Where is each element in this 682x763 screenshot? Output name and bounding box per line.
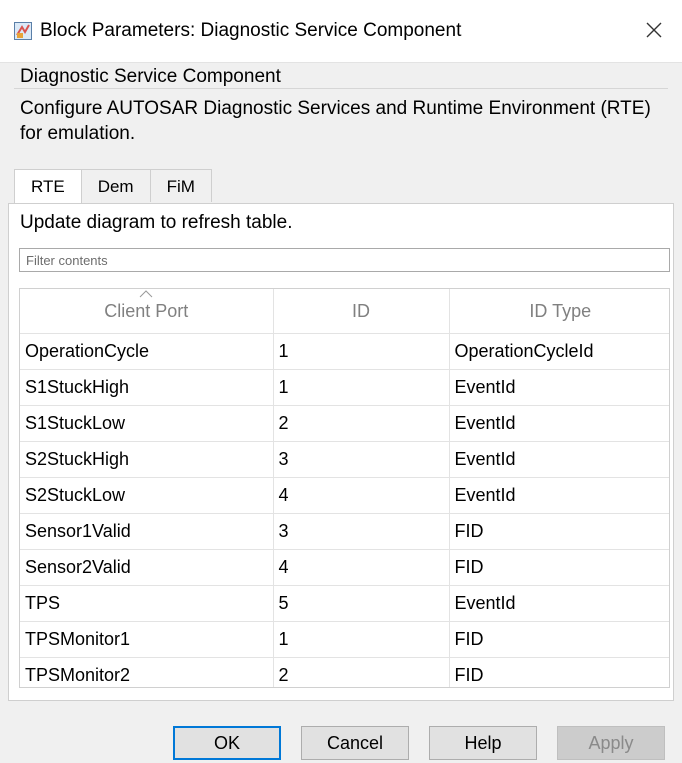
- cell-client-port: S1StuckLow: [20, 405, 274, 442]
- group-divider: [14, 88, 668, 89]
- cell-id: 2: [273, 405, 450, 442]
- cancel-button[interactable]: Cancel: [301, 726, 409, 760]
- table-row[interactable]: Sensor1Valid 3 FID: [20, 513, 669, 550]
- cell-id: 5: [273, 585, 450, 622]
- cell-id-type: EventId: [449, 477, 669, 514]
- cell-client-port: Sensor2Valid: [20, 549, 274, 586]
- cell-id: 3: [273, 513, 450, 550]
- tab-dem[interactable]: Dem: [80, 169, 151, 202]
- window-title: Block Parameters: Diagnostic Service Com…: [40, 20, 462, 41]
- table-row[interactable]: OperationCycle 1 OperationCycleId: [20, 333, 669, 370]
- table-row[interactable]: TPS 5 EventId: [20, 585, 669, 622]
- cell-id-type: OperationCycleId: [449, 333, 669, 370]
- cell-id-type: EventId: [449, 369, 669, 406]
- rte-tab-panel: Update diagram to refresh table. Client …: [8, 203, 674, 701]
- table-header-row: Client Port ID ID Type: [20, 289, 669, 334]
- table-row[interactable]: S2StuckLow 4 EventId: [20, 477, 669, 514]
- cell-client-port: OperationCycle: [20, 333, 274, 370]
- dialog-footer: OK Cancel Help Apply: [0, 726, 682, 763]
- cell-id-type: FID: [449, 549, 669, 586]
- apply-button[interactable]: Apply: [557, 726, 665, 760]
- simulink-block-icon: [14, 22, 32, 40]
- cell-id-type: EventId: [449, 405, 669, 442]
- tab-fim[interactable]: FiM: [149, 169, 212, 202]
- column-header-id-type[interactable]: ID Type: [449, 289, 669, 334]
- column-header-client-port[interactable]: Client Port: [20, 289, 274, 334]
- cell-id-type: EventId: [449, 441, 669, 478]
- tab-bar: RTE Dem FiM: [14, 169, 212, 204]
- cell-id: 2: [273, 657, 450, 687]
- cell-id: 1: [273, 621, 450, 658]
- cell-client-port: TPSMonitor2: [20, 657, 274, 687]
- table-row[interactable]: S1StuckHigh 1 EventId: [20, 369, 669, 406]
- help-button[interactable]: Help: [429, 726, 537, 760]
- sort-ascending-icon: [139, 290, 153, 298]
- cell-client-port: S2StuckHigh: [20, 441, 274, 478]
- refresh-hint: Update diagram to refresh table.: [20, 212, 293, 233]
- column-header-id[interactable]: ID: [273, 289, 450, 334]
- table-row[interactable]: S1StuckLow 2 EventId: [20, 405, 669, 442]
- cell-id: 4: [273, 549, 450, 586]
- ok-button[interactable]: OK: [173, 726, 281, 760]
- cell-client-port: TPSMonitor1: [20, 621, 274, 658]
- column-label: Client Port: [104, 300, 189, 321]
- cell-id: 4: [273, 477, 450, 514]
- cell-id: 1: [273, 369, 450, 406]
- cell-id-type: FID: [449, 657, 669, 687]
- cell-id-type: EventId: [449, 585, 669, 622]
- group-title: Diagnostic Service Component: [20, 66, 281, 87]
- cell-id: 3: [273, 441, 450, 478]
- cell-client-port: S2StuckLow: [20, 477, 274, 514]
- cell-id-type: FID: [449, 513, 669, 550]
- table-row[interactable]: TPSMonitor2 2 FID: [20, 657, 669, 687]
- filter-input[interactable]: [19, 248, 670, 272]
- column-label: ID: [352, 300, 370, 321]
- title-bar: Block Parameters: Diagnostic Service Com…: [0, 0, 682, 63]
- column-label: ID Type: [529, 300, 592, 321]
- close-icon: [646, 22, 662, 38]
- cell-client-port: TPS: [20, 585, 274, 622]
- cell-client-port: S1StuckHigh: [20, 369, 274, 406]
- tab-rte[interactable]: RTE: [14, 169, 82, 204]
- table-row[interactable]: Sensor2Valid 4 FID: [20, 549, 669, 586]
- table-row[interactable]: TPSMonitor1 1 FID: [20, 621, 669, 658]
- group-description: Configure AUTOSAR Diagnostic Services an…: [20, 98, 651, 144]
- cell-id-type: FID: [449, 621, 669, 658]
- cell-client-port: Sensor1Valid: [20, 513, 274, 550]
- close-button[interactable]: [638, 14, 670, 46]
- client-port-table: Client Port ID ID Type OperationCycle 1 …: [19, 288, 670, 688]
- table-row[interactable]: S2StuckHigh 3 EventId: [20, 441, 669, 478]
- cell-id: 1: [273, 333, 450, 370]
